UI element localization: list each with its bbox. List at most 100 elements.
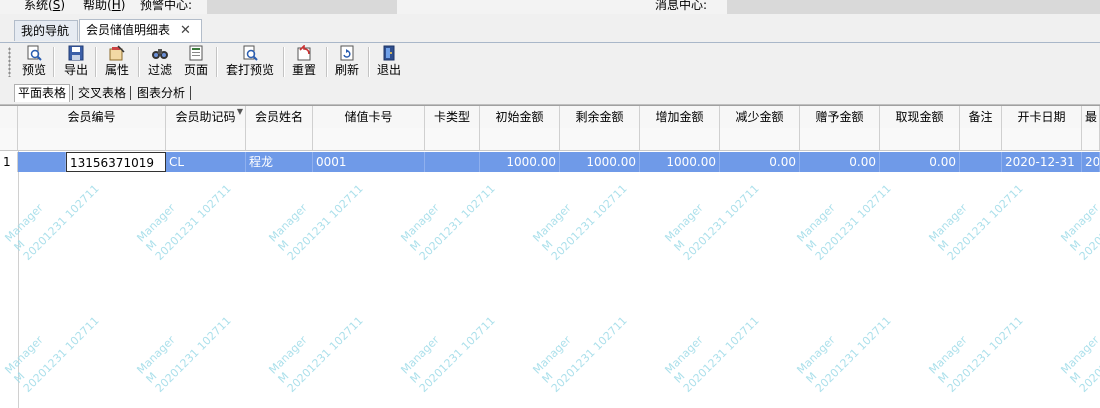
filter-mark-icon[interactable]: ▼ [237,107,243,117]
filter-cell[interactable] [640,128,720,150]
reset-button[interactable]: 重置 [290,44,318,79]
column-header[interactable]: 剩余金额 [560,106,640,128]
view-tab-separator [190,86,191,100]
tab-flat-table[interactable]: 平面表格 [14,84,71,102]
filter-cell[interactable] [800,128,880,150]
table-cell[interactable]: 0001 [313,152,425,172]
watermark-text: ManagerM20201231 102711 [1058,314,1100,395]
filter-cell[interactable] [480,128,560,150]
header-row: 会员编号 会员助记码 ▼ 会员姓名 储值卡号 卡类型 初始金额 剩余金额 增加金额… [0,106,1100,129]
menu-system[interactable]: 系统(S) [24,0,65,14]
alert-center-label: 预警中心: [140,0,193,12]
menu-help[interactable]: 帮助(H) [83,0,125,14]
table-cell[interactable]: 13156371019 [66,152,166,172]
filter-icon [151,45,169,61]
toolbar: 预览 导出 属性 过滤 页面 套打预览 重置 刷新 退出 [0,43,1100,81]
export-button[interactable]: 导出 [62,45,90,79]
table-cell[interactable] [425,152,480,172]
tab-chart-analysis[interactable]: 图表分析 [134,85,188,102]
watermark-text: ManagerM20201231 102711 [662,182,762,263]
filter-cell[interactable] [960,128,1002,150]
filter-corner [0,128,18,150]
refresh-button[interactable]: 刷新 [333,45,361,79]
properties-label: 属性 [104,63,129,77]
toolbar-separator [95,47,97,77]
watermark-text: ManagerM20201231 102711 [794,314,894,395]
filter-button[interactable]: 过滤 [146,45,174,79]
view-tab-separator [72,86,73,100]
page-button[interactable]: 页面 [182,45,210,79]
watermark-text: ManagerM20201231 102711 [926,314,1026,395]
preview-button[interactable]: 预览 [20,45,48,79]
column-header[interactable]: 最 [1082,106,1100,128]
refresh-icon [338,45,356,61]
column-header[interactable]: 会员编号 [18,106,166,128]
toolbar-separator [138,47,140,77]
table-cell[interactable]: 1000.00 [640,152,720,172]
toolbar-grip[interactable] [8,47,11,77]
tab-cross-table[interactable]: 交叉表格 [75,85,129,102]
toolbar-separator [283,47,285,77]
data-grid[interactable]: 会员编号 会员助记码 ▼ 会员姓名 储值卡号 卡类型 初始金额 剩余金额 增加金额… [0,105,1100,408]
filter-cell[interactable] [720,128,800,150]
exit-button[interactable]: 退出 [375,45,403,79]
table-cell[interactable]: 20 [1082,152,1100,172]
table-cell[interactable]: 0.00 [800,152,880,172]
properties-button[interactable]: 属性 [103,45,131,79]
table-cell-spacer[interactable] [18,152,66,172]
row-number: 1 [0,152,18,172]
properties-icon [108,45,126,61]
column-header-label: 会员助记码 [175,110,236,124]
filter-cell[interactable] [560,128,640,150]
filter-cell[interactable] [1002,128,1082,150]
tab-member-stored-value-detail[interactable]: 会员储值明细表 ✕ [79,19,202,42]
table-cell[interactable]: 0.00 [720,152,800,172]
filter-cell[interactable] [425,128,480,150]
watermark-text: ManagerM20201231 102711 [662,314,762,395]
watermark-text: ManagerM20201231 102711 [1058,182,1100,263]
tab-member-stored-value-detail-label: 会员储值明细表 [86,23,171,37]
watermark-text: ManagerM20201231 102711 [134,182,234,263]
filter-cell[interactable] [246,128,313,150]
table-cell[interactable]: CL [166,152,246,172]
filter-label: 过滤 [147,63,172,77]
column-header[interactable]: 会员助记码 ▼ [166,106,246,128]
table-cell[interactable]: 1000.00 [480,152,560,172]
column-header[interactable]: 增加金额 [640,106,720,128]
column-header[interactable]: 赠予金额 [800,106,880,128]
filter-cell[interactable] [313,128,425,150]
tab-my-navigation[interactable]: 我的导航 [14,20,78,41]
filter-cell[interactable] [18,128,166,150]
exit-label: 退出 [376,63,401,77]
table-cell[interactable]: 1000.00 [560,152,640,172]
tab-my-navigation-label: 我的导航 [21,24,70,38]
table-cell[interactable] [960,152,1002,172]
column-header[interactable]: 储值卡号 [313,106,425,128]
page-label: 页面 [183,63,208,77]
export-label: 导出 [63,63,88,77]
column-header[interactable]: 会员姓名 [246,106,313,128]
page-icon [187,45,205,61]
menu-help-label: 帮助( [83,0,112,12]
filter-cell[interactable] [1082,128,1100,150]
message-center-field[interactable] [727,0,1100,14]
column-header[interactable]: 初始金额 [480,106,560,128]
table-cell[interactable]: 2020-12-31 [1002,152,1082,172]
alert-center-field[interactable] [207,0,397,14]
column-header[interactable]: 取现金额 [880,106,960,128]
table-cell[interactable]: 程龙 [246,152,313,172]
print-preview-button[interactable]: 套打预览 [224,45,276,79]
table-row[interactable]: 1 13156371019 CL 程龙 0001 1000.00 1000.00… [0,152,1100,172]
filter-cell[interactable] [880,128,960,150]
column-header[interactable]: 减少金额 [720,106,800,128]
filter-cell[interactable] [166,128,246,150]
column-header[interactable]: 备注 [960,106,1002,128]
print-preview-label: 套打预览 [225,63,274,77]
watermark-text: ManagerM20201231 102711 [398,314,498,395]
column-header[interactable]: 卡类型 [425,106,480,128]
column-header[interactable]: 开卡日期 [1002,106,1082,128]
refresh-label: 刷新 [334,63,359,77]
table-cell[interactable]: 0.00 [880,152,960,172]
watermark-text: ManagerM20201231 102711 [530,314,630,395]
close-icon[interactable]: ✕ [180,23,191,38]
